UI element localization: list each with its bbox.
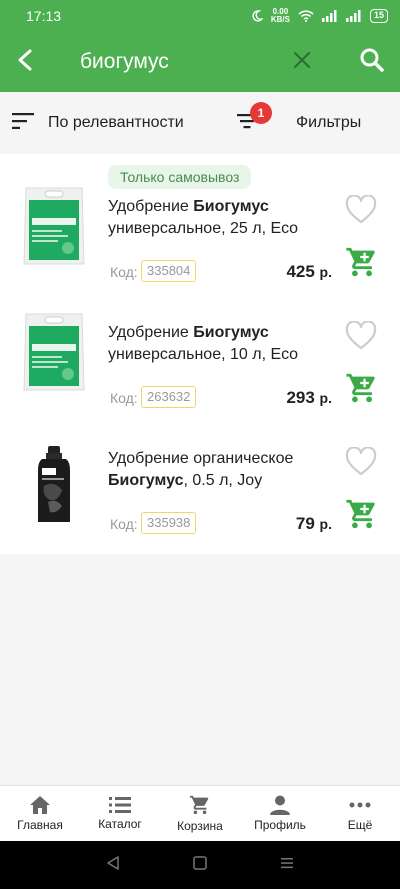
filter-icon-wrap: 1 — [232, 102, 272, 138]
sort-label: По релевантности — [48, 114, 184, 131]
pickup-only-badge: Только самовывоз — [108, 165, 252, 189]
home-icon — [29, 795, 51, 815]
nav-label: Главная — [17, 818, 63, 832]
nav-catalog[interactable]: Каталог — [80, 786, 160, 841]
network-speed: 0.00 KB/S — [270, 7, 290, 24]
sort-button[interactable]: По релевантности — [12, 106, 184, 140]
search-button[interactable] — [352, 42, 392, 82]
status-icons: 0.00 KB/S 15 — [251, 8, 388, 24]
product-price: 79 р. — [295, 514, 332, 533]
filter-button[interactable]: 1 Фильтры — [232, 100, 392, 146]
nav-home[interactable]: Главная — [0, 786, 80, 841]
back-arrow-icon — [15, 48, 35, 77]
product-title[interactable]: Удобрение Биогумус универсальное, 10 л, … — [108, 322, 340, 366]
product-image — [12, 442, 96, 526]
nav-more[interactable]: Ещё — [320, 786, 400, 841]
more-icon — [349, 795, 371, 815]
product-list: Только самовывоз Удобрение Биогумус унив… — [0, 154, 400, 554]
product-code-label: Код: — [110, 390, 138, 406]
product-title[interactable]: Удобрение органическое Биогумус, 0.5 л, … — [108, 448, 340, 492]
moon-icon — [251, 10, 263, 22]
product-price: 293 р. — [286, 388, 332, 407]
product-item[interactable]: Только самовывоз Удобрение Биогумус унив… — [0, 154, 400, 282]
nav-profile[interactable]: Профиль — [240, 786, 320, 841]
cart-icon — [188, 794, 212, 816]
favorite-button[interactable] — [343, 319, 379, 356]
cart-icon — [345, 245, 379, 284]
filter-count-badge: 1 — [250, 102, 272, 124]
heart-icon — [345, 445, 377, 482]
favorite-button[interactable] — [343, 193, 379, 230]
product-price: 425 р. — [286, 262, 332, 281]
sort-icon — [12, 112, 34, 134]
cart-icon — [345, 497, 379, 536]
search-input[interactable]: биогумус — [80, 32, 169, 92]
wifi-icon — [298, 10, 314, 22]
catalog-icon — [109, 796, 131, 814]
back-button[interactable] — [0, 32, 50, 92]
add-to-cart-button[interactable] — [344, 246, 380, 282]
product-code: 263632 — [141, 386, 197, 408]
add-to-cart-button[interactable] — [344, 498, 380, 534]
system-navigation-bar — [0, 841, 400, 889]
signal-icon — [321, 10, 338, 22]
product-item[interactable]: Удобрение органическое Биогумус, 0.5 л, … — [0, 406, 400, 534]
nav-cart[interactable]: Корзина — [160, 786, 240, 841]
product-item[interactable]: Удобрение Биогумус универсальное, 10 л, … — [0, 280, 400, 408]
nav-label: Корзина — [177, 819, 223, 833]
nav-label: Профиль — [254, 818, 306, 832]
product-code-label: Код: — [110, 264, 138, 280]
heart-icon — [345, 193, 377, 230]
add-to-cart-button[interactable] — [344, 372, 380, 408]
status-bar: 17:13 0.00 KB/S 15 — [0, 0, 400, 32]
filter-label: Фильтры — [296, 114, 362, 131]
product-code: 335804 — [141, 260, 197, 282]
system-back-icon[interactable] — [105, 855, 121, 876]
product-image — [12, 182, 96, 266]
profile-icon — [269, 795, 291, 815]
product-code: 335938 — [141, 512, 197, 534]
product-title[interactable]: Удобрение Биогумус универсальное, 25 л, … — [108, 196, 340, 240]
clear-search-button[interactable] — [284, 44, 320, 80]
close-icon — [293, 51, 311, 74]
battery-indicator: 15 — [369, 9, 388, 23]
status-time: 17:13 — [26, 8, 62, 24]
bottom-navigation: Главная Каталог Корзина Профиль Ещё — [0, 785, 400, 841]
nav-label: Ещё — [347, 818, 373, 832]
system-home-icon[interactable] — [192, 855, 208, 876]
app-bar: биогумус — [0, 32, 400, 92]
product-code-label: Код: — [110, 516, 138, 532]
favorite-button[interactable] — [343, 445, 379, 482]
signal-icon-2 — [345, 10, 362, 22]
search-icon — [359, 47, 385, 78]
product-image — [12, 308, 96, 392]
heart-icon — [345, 319, 377, 356]
cart-icon — [345, 371, 379, 410]
sort-filter-bar: По релевантности 1 Фильтры — [0, 92, 400, 154]
nav-label: Каталог — [98, 817, 142, 831]
system-recents-icon[interactable] — [279, 855, 295, 876]
